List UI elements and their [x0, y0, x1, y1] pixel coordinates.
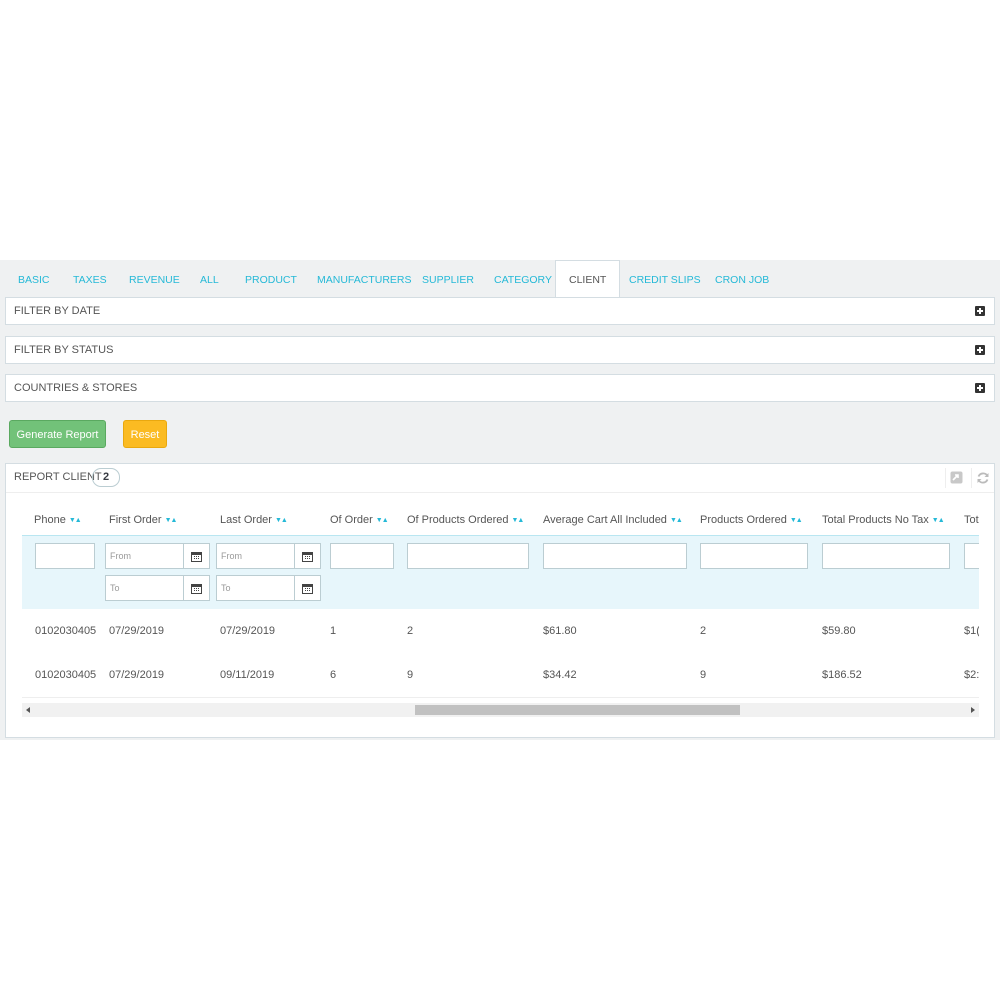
cell-total: $2:	[964, 669, 979, 681]
report-table: Phone ▼▲ First Order ▼▲ Last Order ▼▲ Of Or…	[22, 492, 979, 717]
cell-of-order: 6	[330, 669, 337, 681]
table-row[interactable]: 0102030405 07/29/2019 07/29/2019 1 2 $61…	[22, 609, 979, 654]
cell-of-products-ordered: 2	[407, 625, 414, 637]
cell-total-products-no-tax: $186.52	[822, 669, 862, 681]
generate-report-button[interactable]: Generate Report	[9, 420, 106, 448]
record-count-badge: 2	[92, 468, 120, 487]
tab-basic[interactable]: BASIC	[18, 260, 50, 297]
scrollbar-thumb[interactable]	[415, 705, 740, 715]
expand-icon[interactable]	[975, 306, 985, 316]
total-filter-input[interactable]	[964, 543, 979, 569]
tab-supplier[interactable]: SUPPLIER	[422, 260, 474, 297]
report-tabs: BASIC TAXES REVENUE ALL PRODUCT MANUFACT…	[4, 260, 996, 297]
tab-client[interactable]: CLIENT	[555, 260, 621, 297]
filter-by-status-panel[interactable]: FILTER BY STATUS	[5, 336, 995, 364]
cell-first-order: 07/29/2019	[109, 625, 165, 637]
of-products-ordered-filter-input[interactable]	[407, 543, 529, 569]
calendar-icon[interactable]	[184, 543, 210, 569]
cell-total: $1(	[964, 625, 979, 637]
panel-title: FILTER BY STATUS	[14, 344, 114, 356]
cell-average-cart: $61.80	[543, 625, 577, 637]
card-header: REPORT CLIENT 2	[6, 464, 994, 493]
calendar-icon[interactable]	[184, 575, 210, 601]
refresh-icon[interactable]	[971, 468, 992, 488]
countries-stores-panel[interactable]: COUNTRIES & STORES	[5, 374, 995, 402]
average-cart-filter-input[interactable]	[543, 543, 687, 569]
panel-title: COUNTRIES & STORES	[14, 382, 138, 394]
cell-phone: 0102030405	[35, 669, 97, 681]
calendar-icon[interactable]	[295, 575, 321, 601]
products-ordered-filter-input[interactable]	[700, 543, 808, 569]
report-client-card: REPORT CLIENT 2 Phone ▼▲ First Order ▼▲ La…	[5, 463, 995, 738]
cell-of-order: 1	[330, 625, 337, 637]
cell-first-order: 07/29/2019	[109, 669, 165, 681]
report-title: REPORT CLIENT	[14, 471, 102, 483]
cell-phone: 0102030405	[35, 625, 97, 637]
tab-taxes[interactable]: TAXES	[73, 260, 107, 297]
cell-products-ordered: 2	[700, 625, 707, 637]
horizontal-scrollbar[interactable]	[22, 703, 979, 717]
cell-last-order: 09/11/2019	[220, 669, 275, 681]
cell-average-cart: $34.42	[543, 669, 577, 681]
cell-of-products-ordered: 9	[407, 669, 414, 681]
tab-credit-slips[interactable]: CREDIT SLIPS	[629, 260, 701, 297]
phone-filter-input[interactable]	[35, 543, 95, 569]
last-order-from-input[interactable]: From	[216, 543, 295, 569]
total-products-no-tax-filter-input[interactable]	[822, 543, 950, 569]
tab-all[interactable]: ALL	[200, 260, 219, 297]
tab-manufacturers[interactable]: MANUFACTURERS	[317, 260, 412, 297]
first-order-from-input[interactable]: From	[105, 543, 184, 569]
calendar-icon[interactable]	[295, 543, 321, 569]
table-row[interactable]: 0102030405 07/29/2019 09/11/2019 6 9 $34…	[22, 653, 979, 698]
tab-revenue[interactable]: REVENUE	[129, 260, 180, 297]
tab-product[interactable]: PRODUCT	[245, 260, 297, 297]
cell-products-ordered: 9	[700, 669, 707, 681]
cell-total-products-no-tax: $59.80	[822, 625, 856, 637]
filter-row: From To From To	[22, 535, 979, 610]
export-icon[interactable]	[945, 468, 966, 488]
scroll-right-icon[interactable]	[971, 707, 975, 713]
last-order-to-input[interactable]: To	[216, 575, 295, 601]
expand-icon[interactable]	[975, 345, 985, 355]
tab-category[interactable]: CATEGORY	[494, 260, 552, 297]
scroll-left-icon[interactable]	[26, 707, 30, 713]
tab-cron-job[interactable]: CRON JOB	[715, 260, 769, 297]
panel-title: FILTER BY DATE	[14, 305, 101, 317]
of-order-filter-input[interactable]	[330, 543, 394, 569]
expand-icon[interactable]	[975, 383, 985, 393]
first-order-to-input[interactable]: To	[105, 575, 184, 601]
filter-by-date-panel[interactable]: FILTER BY DATE	[5, 297, 995, 325]
cell-last-order: 07/29/2019	[220, 625, 276, 637]
reset-button[interactable]: Reset	[123, 420, 167, 448]
report-module: BASIC TAXES REVENUE ALL PRODUCT MANUFACT…	[0, 260, 1000, 740]
